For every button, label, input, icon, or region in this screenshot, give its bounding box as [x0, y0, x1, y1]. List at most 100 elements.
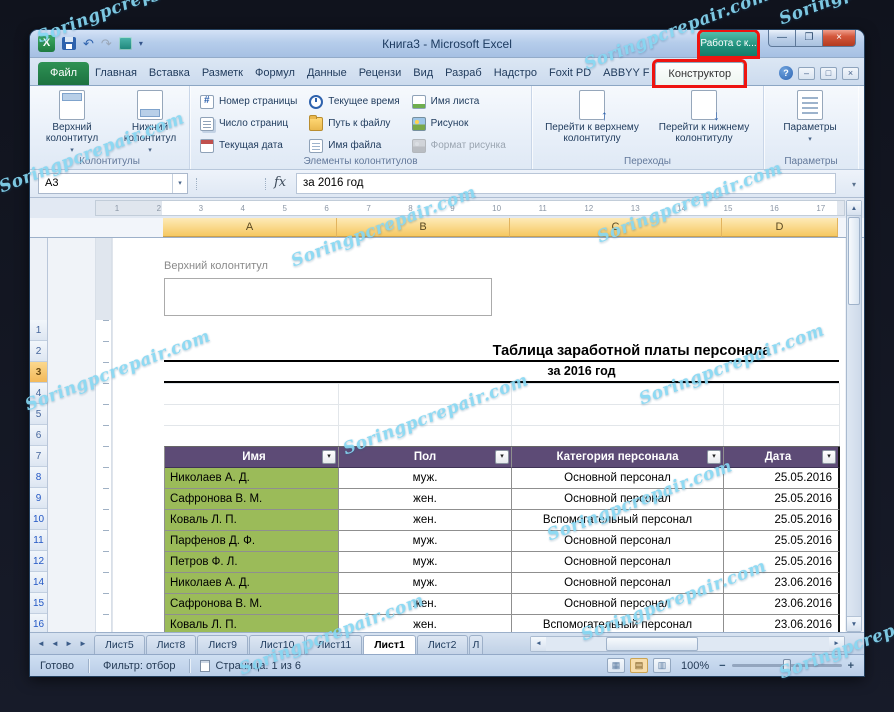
row-header-11[interactable]: 11 [30, 530, 47, 551]
cell[interactable]: Парфенов Д. Ф. [165, 531, 339, 552]
element-button-0[interactable]: Номер страницы [198, 92, 299, 111]
tab-file[interactable]: Файл [38, 62, 90, 85]
worksheet-page[interactable]: Верхний колонтитул Таблица заработной пл… [112, 238, 845, 632]
tab-8[interactable]: Надстро [488, 62, 543, 85]
header-edit-box[interactable] [164, 278, 492, 316]
sheet-nav-prev-icon[interactable]: ◄ [48, 634, 62, 654]
cell[interactable]: 23.06.2016 [724, 573, 840, 594]
row-header-5[interactable]: 5 [30, 404, 47, 425]
cell[interactable]: 25.05.2016 [724, 531, 840, 552]
cell[interactable]: жен. [339, 594, 512, 615]
cell[interactable]: Вспомогательный персонал [512, 615, 724, 632]
cell[interactable]: 23.06.2016 [724, 615, 840, 632]
tab-konstruktor[interactable]: Конструктор [655, 62, 745, 85]
filter-icon[interactable]: ▾ [322, 450, 336, 464]
tab-10[interactable]: ABBYY F [597, 62, 655, 85]
normal-view-button[interactable]: ▦ [606, 658, 625, 673]
undo-icon[interactable]: ↶ [83, 37, 94, 50]
workbook-restore-icon[interactable]: □ [820, 66, 837, 80]
table-header-0[interactable]: Имя ▾ [165, 447, 339, 468]
cell[interactable]: Сафронова В. М. [165, 594, 339, 615]
footer-button[interactable]: Нижний колонтитул ▾ [114, 90, 186, 154]
tab-4[interactable]: Данные [301, 62, 353, 85]
row-header-15[interactable]: 15 [30, 593, 47, 614]
sheet-nav-next-icon[interactable]: ► [62, 634, 76, 654]
column-header-C[interactable]: C [510, 218, 722, 237]
minimize-button[interactable]: — [768, 30, 796, 47]
sheet-tab-Лист10[interactable]: Лист10 [248, 635, 306, 654]
row-header-8[interactable]: 8 [30, 467, 47, 488]
name-box-caret-icon[interactable]: ▾ [172, 174, 187, 193]
cell[interactable]: Коваль Л. П. [165, 510, 339, 531]
row-header-12[interactable]: 12 [30, 551, 47, 572]
insert-function-icon[interactable]: fx [274, 175, 286, 190]
cell[interactable]: Николаев А. Д. [165, 573, 339, 594]
table-header-3[interactable]: Дата ▾ [724, 447, 840, 468]
cell[interactable]: Основной персонал [512, 552, 724, 573]
cell[interactable]: Основной персонал [512, 489, 724, 510]
zoom-in-icon[interactable]: + [848, 659, 854, 673]
scroll-up-icon[interactable]: ▲ [847, 201, 861, 216]
page-layout-view-button[interactable]: ▤ [629, 658, 648, 673]
table-header-1[interactable]: Пол ▾ [339, 447, 512, 468]
formula-bar-grip[interactable] [196, 178, 266, 190]
options-button[interactable]: Параметры ▾ [774, 90, 846, 154]
header-button[interactable]: Верхний колонтитул ▾ [36, 90, 108, 154]
scroll-down-icon[interactable]: ▼ [847, 616, 861, 631]
workbook-close-icon[interactable]: × [842, 66, 859, 80]
sheet-tab-Лист9[interactable]: Лист9 [197, 635, 248, 654]
help-icon[interactable]: ? [779, 66, 793, 80]
column-header-A[interactable]: A [163, 218, 337, 237]
row-header-10[interactable]: 10 [30, 509, 47, 530]
vertical-scrollbar[interactable]: ▲ ▼ [846, 200, 862, 632]
scroll-left-icon[interactable]: ◄ [531, 637, 546, 651]
redo-icon[interactable]: ↷ [101, 37, 112, 50]
close-button[interactable]: × [822, 30, 856, 47]
element-button-2[interactable]: Текущая дата [198, 136, 299, 155]
element-button-4[interactable]: Путь к файлу [307, 114, 401, 133]
element-button-6[interactable]: Имя листа [410, 92, 508, 111]
cell[interactable]: 25.05.2016 [724, 489, 840, 510]
tab-0[interactable]: Главная [89, 62, 143, 85]
cell[interactable]: муж. [339, 468, 512, 489]
cell[interactable]: Николаев А. Д. [165, 468, 339, 489]
horizontal-scroll-thumb[interactable] [606, 637, 698, 651]
column-header-D[interactable]: D [722, 218, 838, 237]
goto-footer-button[interactable]: Перейти к нижнему колонтитулу [650, 90, 758, 154]
cell[interactable]: муж. [339, 573, 512, 594]
tab-9[interactable]: Foxit PD [543, 62, 597, 85]
name-box[interactable]: A3 ▾ [38, 173, 188, 194]
zoom-slider-thumb[interactable] [782, 659, 791, 672]
row-header-4[interactable]: 4 [30, 383, 47, 404]
cell[interactable]: жен. [339, 615, 512, 632]
tab-7[interactable]: Разраб [439, 62, 488, 85]
tab-2[interactable]: Разметк [196, 62, 249, 85]
formula-input[interactable]: за 2016 год [296, 173, 836, 194]
element-button-1[interactable]: Число страниц [198, 114, 299, 133]
row-header-6[interactable]: 6 [30, 425, 47, 446]
tab-6[interactable]: Вид [407, 62, 439, 85]
cell[interactable]: 25.05.2016 [724, 468, 840, 489]
row-header-7[interactable]: 7 [30, 446, 47, 467]
workbook-minimize-icon[interactable]: – [798, 66, 815, 80]
zoom-slider[interactable] [731, 659, 842, 672]
zoom-level[interactable]: 100% [677, 660, 713, 672]
page-break-view-button[interactable]: ▥ [652, 658, 671, 673]
element-button-5[interactable]: Имя файла [307, 136, 401, 155]
cell[interactable]: 25.05.2016 [724, 552, 840, 573]
filter-icon[interactable]: ▾ [495, 450, 509, 464]
maximize-button[interactable]: ❐ [795, 30, 823, 47]
cell[interactable]: 25.05.2016 [724, 510, 840, 531]
cell[interactable]: Сафронова В. М. [165, 489, 339, 510]
cell[interactable]: жен. [339, 510, 512, 531]
tab-3[interactable]: Формул [249, 62, 301, 85]
sheet-tab-Лист1[interactable]: Лист1 [363, 635, 416, 654]
filter-icon[interactable]: ▾ [822, 450, 836, 464]
save-icon[interactable] [62, 37, 76, 50]
sheet-nav-first-icon[interactable]: ◄ [34, 634, 48, 654]
formula-bar-expand-icon[interactable]: ▾ [852, 180, 856, 189]
row-header-14[interactable]: 14 [30, 572, 47, 593]
excel-logo-icon[interactable]: X [38, 35, 55, 52]
row-header-3[interactable]: 3 [30, 362, 47, 383]
sheet-tab-Лист8[interactable]: Лист8 [145, 635, 197, 654]
